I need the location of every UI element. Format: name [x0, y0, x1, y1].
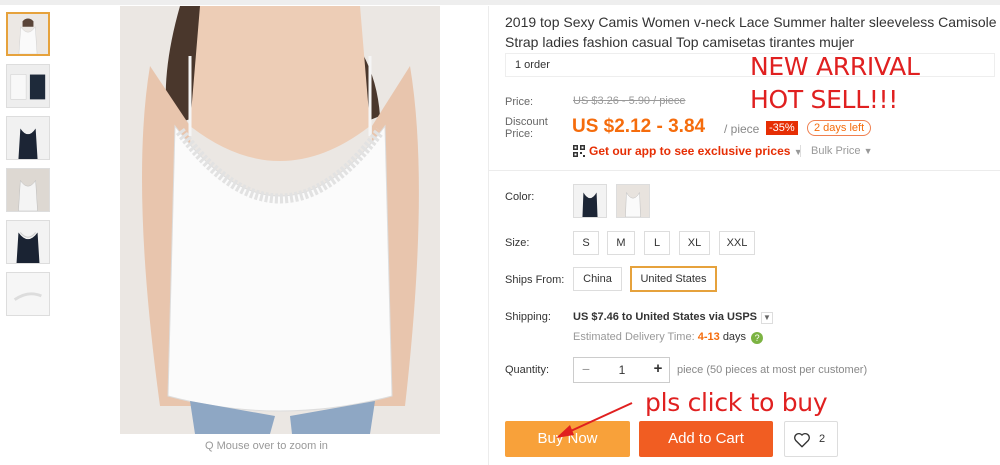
thumbnail-3[interactable] — [6, 116, 50, 160]
main-product-image[interactable] — [120, 6, 440, 434]
ships-from-united-states[interactable]: United States — [630, 266, 717, 292]
thumbnail-4[interactable] — [6, 168, 50, 212]
quantity-increase-button[interactable]: + — [646, 358, 670, 382]
product-title: 2019 top Sexy Camis Women v-neck Lace Su… — [505, 14, 997, 50]
discount-label-line2: Price: — [505, 128, 534, 140]
thumbnail-2[interactable] — [6, 64, 50, 108]
shipping-label: Shipping: — [505, 311, 551, 323]
bulk-price-label: Bulk Price — [811, 145, 861, 157]
app-promo-link[interactable]: Get our app to see exclusive prices ▼ — [573, 144, 803, 158]
delivery-unit: days — [722, 331, 747, 343]
top-bar — [0, 0, 1000, 5]
qr-code-icon — [573, 145, 585, 157]
size-option-l[interactable]: L — [644, 231, 670, 255]
annotation-new-arrival: NEW ARRIVAL — [750, 52, 920, 81]
size-label: Size: — [505, 237, 530, 249]
thumbnail-6[interactable] — [6, 272, 50, 316]
heart-icon — [794, 432, 810, 448]
chevron-down-icon: ▼ — [761, 312, 774, 324]
section-divider — [488, 170, 1000, 171]
delivery-estimate-prefix: Estimated Delivery Time: — [573, 331, 695, 343]
separator — [800, 145, 801, 157]
chevron-down-icon: ▼ — [863, 146, 873, 156]
quantity-limit-note: piece (50 pieces at most per customer) — [677, 364, 868, 376]
bulk-price-dropdown[interactable]: Bulk Price ▼ — [811, 145, 873, 157]
thumbnail-5[interactable] — [6, 220, 50, 264]
discount-label-line1: Discount — [505, 116, 548, 128]
quantity-label: Quantity: — [505, 364, 550, 376]
shipping-method[interactable]: US $7.46 to United States via USPS ▼ — [573, 311, 774, 324]
color-label: Color: — [505, 191, 535, 203]
color-option-white[interactable] — [616, 184, 650, 218]
discount-price: US $2.12 - 3.84 — [572, 116, 706, 137]
original-price: US $3.26 - 5.90 / piece — [573, 95, 686, 107]
ships-from-china[interactable]: China — [573, 267, 622, 291]
shipping-method-text: US $7.46 to United States via USPS — [573, 311, 758, 323]
thumbnail-1[interactable] — [6, 12, 50, 56]
annotation-arrow-icon — [556, 402, 633, 438]
color-option-black[interactable] — [573, 184, 607, 218]
size-option-s[interactable]: S — [573, 231, 599, 255]
delivery-days: 4-13 — [697, 331, 720, 343]
days-left-badge: 2 days left — [807, 120, 872, 136]
wishlist-button[interactable]: 2 — [784, 421, 838, 457]
annotation-hot-sell: HOT SELL!!! — [750, 85, 898, 114]
quantity-input[interactable]: 1 — [598, 358, 646, 382]
quantity-decrease-button[interactable]: − — [574, 358, 598, 382]
app-promo-text: Get our app to see exclusive prices — [589, 144, 791, 158]
wishlist-count: 2 — [819, 433, 826, 445]
price-label: Price: — [505, 96, 534, 108]
size-option-xl[interactable]: XL — [679, 231, 710, 255]
add-to-cart-button[interactable]: Add to Cart — [639, 421, 773, 457]
chevron-down-icon: ▼ — [793, 147, 803, 157]
help-icon[interactable]: ? — [751, 332, 764, 344]
ships-from-label: Ships From: — [505, 274, 565, 286]
size-option-m[interactable]: M — [607, 231, 635, 255]
discount-badge: -35% — [766, 121, 798, 135]
delivery-estimate: Estimated Delivery Time: 4-13 days ? — [573, 331, 764, 344]
divider — [488, 6, 489, 465]
annotation-click-to-buy: pls click to buy — [645, 388, 828, 417]
quantity-stepper: − 1 + — [573, 357, 670, 383]
size-option-xxl[interactable]: XXL — [719, 231, 755, 255]
zoom-hint: Q Mouse over to zoom in — [205, 440, 328, 452]
price-unit: / piece — [724, 122, 760, 136]
